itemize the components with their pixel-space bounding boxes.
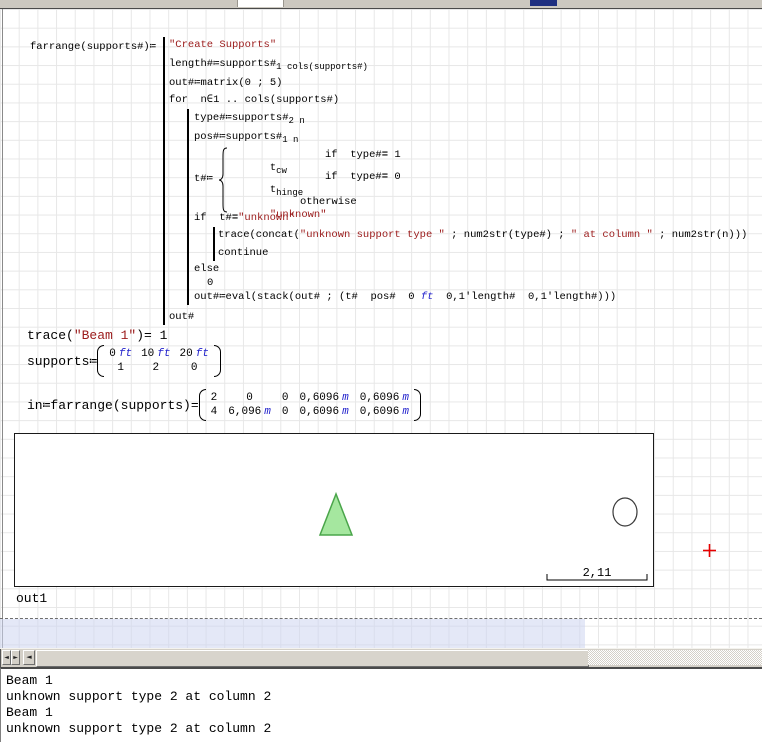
matrix-index-subscript: 1 cols(supports#) bbox=[276, 62, 368, 72]
matrix-cell: 10ft bbox=[141, 348, 170, 360]
scale-bar-label: 2,11 bbox=[583, 566, 612, 580]
expr-text: type#≔supports# bbox=[194, 112, 289, 124]
matrix-right-paren bbox=[414, 389, 421, 421]
program-line-create-supports[interactable]: "Create Supports" bbox=[169, 39, 276, 52]
string-literal: "unknown" bbox=[238, 212, 295, 224]
string-literal: "Beam 1" bbox=[74, 328, 136, 343]
if-body-bar bbox=[213, 227, 215, 261]
matrix-cell: 6,096m bbox=[228, 406, 271, 418]
string-literal: " at column " bbox=[571, 229, 653, 241]
below-page-band bbox=[0, 619, 585, 648]
console-line: unknown support type 2 at column 2 bbox=[6, 689, 762, 705]
console-line: unknown support type 2 at column 2 bbox=[6, 721, 762, 737]
supports-label: supports≔ bbox=[27, 354, 97, 369]
matrix-cell: 0,6096m bbox=[360, 406, 409, 418]
math-farrange-header[interactable]: farrange(supports#)≔ bbox=[30, 41, 156, 54]
toolbar-selection-fragment bbox=[530, 0, 557, 6]
program-line-return[interactable]: out# bbox=[169, 311, 194, 324]
unit-ft: ft bbox=[421, 291, 434, 303]
matrix-right-paren bbox=[214, 345, 221, 377]
matrix-cell: 0ft bbox=[109, 348, 132, 360]
program-line-pos[interactable]: pos#≔supports#1 n bbox=[194, 131, 298, 147]
pane-splitter-left-button[interactable]: ◄ bbox=[2, 650, 11, 665]
matrix-left-paren bbox=[97, 345, 104, 377]
matrix-cell: 0 bbox=[191, 362, 198, 374]
scrollbar-track[interactable] bbox=[588, 650, 762, 665]
toolbar-strip bbox=[0, 0, 762, 9]
scrollbar-thumb[interactable] bbox=[36, 650, 589, 667]
matrix-cell: 2 bbox=[211, 392, 218, 404]
supports-matrix-grid: 0ft 10ft 20ft 1 2 0 bbox=[104, 345, 214, 377]
case-condition: otherwise bbox=[300, 196, 357, 209]
scrollbar-left-edge bbox=[0, 649, 1, 667]
matrix-cell: 0 bbox=[282, 392, 289, 404]
program-line-length[interactable]: length#≔supports#1 cols(supports#) bbox=[169, 58, 368, 74]
matrix-cell: 0,6096m bbox=[360, 392, 409, 404]
case-condition: if type#= 0 bbox=[325, 171, 401, 184]
page-left-border bbox=[2, 9, 3, 648]
result-label: in≔farrange(supports)= bbox=[27, 398, 199, 413]
roller-support-circle bbox=[613, 498, 637, 526]
pinned-support-triangle bbox=[320, 494, 352, 535]
program-line-else-value[interactable]: 0 bbox=[207, 277, 213, 290]
worksheet-canvas[interactable]: farrange(supports#)≔ "Create Supports" l… bbox=[0, 9, 762, 648]
trace-output-console[interactable]: Beam 1 unknown support type 2 at column … bbox=[0, 667, 762, 742]
console-line: Beam 1 bbox=[6, 705, 762, 721]
program-block-bar bbox=[163, 37, 165, 325]
program-line-else[interactable]: else bbox=[194, 263, 219, 276]
insertion-cursor-crosshair bbox=[702, 543, 717, 558]
matrix-cell: 0,6096m bbox=[300, 392, 349, 404]
math-region-out1[interactable]: out1 bbox=[16, 591, 47, 607]
matrix-cell: 0 bbox=[282, 406, 289, 418]
matrix-left-paren bbox=[199, 389, 206, 421]
for-loop-bar bbox=[187, 109, 189, 305]
matrix-cell: 2 bbox=[152, 362, 159, 374]
matrix-index-subscript: 2 n bbox=[289, 116, 305, 126]
smath-worksheet-window: farrange(supports#)≔ "Create Supports" l… bbox=[0, 0, 762, 742]
program-line-eval-stack[interactable]: out#≔eval(stack(out# ; (t# pos# 0 ft 0,1… bbox=[194, 291, 616, 304]
math-region-trace-beam[interactable]: trace("Beam 1")= 1 bbox=[27, 328, 167, 344]
scroll-left-button[interactable]: ◄ bbox=[23, 650, 35, 665]
case-condition: if type#= 1 bbox=[325, 149, 401, 162]
program-line-out-matrix[interactable]: out#≔matrix(0 ; 5) bbox=[169, 77, 282, 90]
matrix-cell: 0 bbox=[246, 392, 253, 404]
beam-drawing-region[interactable]: 2,11 bbox=[14, 433, 654, 587]
program-line-trace[interactable]: trace(concat("unknown support type " ; n… bbox=[218, 229, 747, 242]
matrix-cell: 1 bbox=[117, 362, 124, 374]
toolbar-input-fragment bbox=[237, 0, 284, 7]
math-region-result-matrix[interactable]: in≔farrange(supports)= 2 0 0 0,6096m 0,6… bbox=[27, 389, 421, 421]
matrix-index-subscript: 1 n bbox=[282, 135, 298, 145]
pane-splitter-right-button[interactable]: ► bbox=[11, 650, 20, 665]
result-matrix-grid: 2 0 0 0,6096m 0,6096m 4 6,096m 0 0,6096m… bbox=[206, 389, 414, 421]
expr-text: length#≔supports# bbox=[169, 58, 276, 70]
console-line: Beam 1 bbox=[6, 673, 762, 689]
program-line-for[interactable]: for n∈1 .. cols(supports#) bbox=[169, 94, 339, 107]
program-line-continue[interactable]: continue bbox=[218, 247, 268, 260]
program-line-t-assign[interactable]: t#≔ bbox=[194, 173, 213, 186]
expr-text: pos#≔supports# bbox=[194, 131, 282, 143]
beam-drawing-canvas: 2,11 bbox=[15, 434, 651, 584]
matrix-cell: 0,6096m bbox=[300, 406, 349, 418]
program-line-if[interactable]: if t#="unknown" bbox=[194, 212, 295, 225]
string-literal: "unknown support type " bbox=[300, 229, 445, 241]
program-line-type[interactable]: type#≔supports#2 n bbox=[194, 112, 305, 128]
string-literal: "Create Supports" bbox=[169, 39, 276, 51]
case-curly-brace bbox=[218, 147, 228, 213]
matrix-cell: 20ft bbox=[179, 348, 208, 360]
math-region-supports-matrix[interactable]: supports≔ 0ft 10ft 20ft 1 2 0 bbox=[27, 345, 221, 377]
matrix-cell: 4 bbox=[211, 406, 218, 418]
horizontal-scrollbar[interactable]: ◄ ► ◄ bbox=[0, 648, 762, 667]
